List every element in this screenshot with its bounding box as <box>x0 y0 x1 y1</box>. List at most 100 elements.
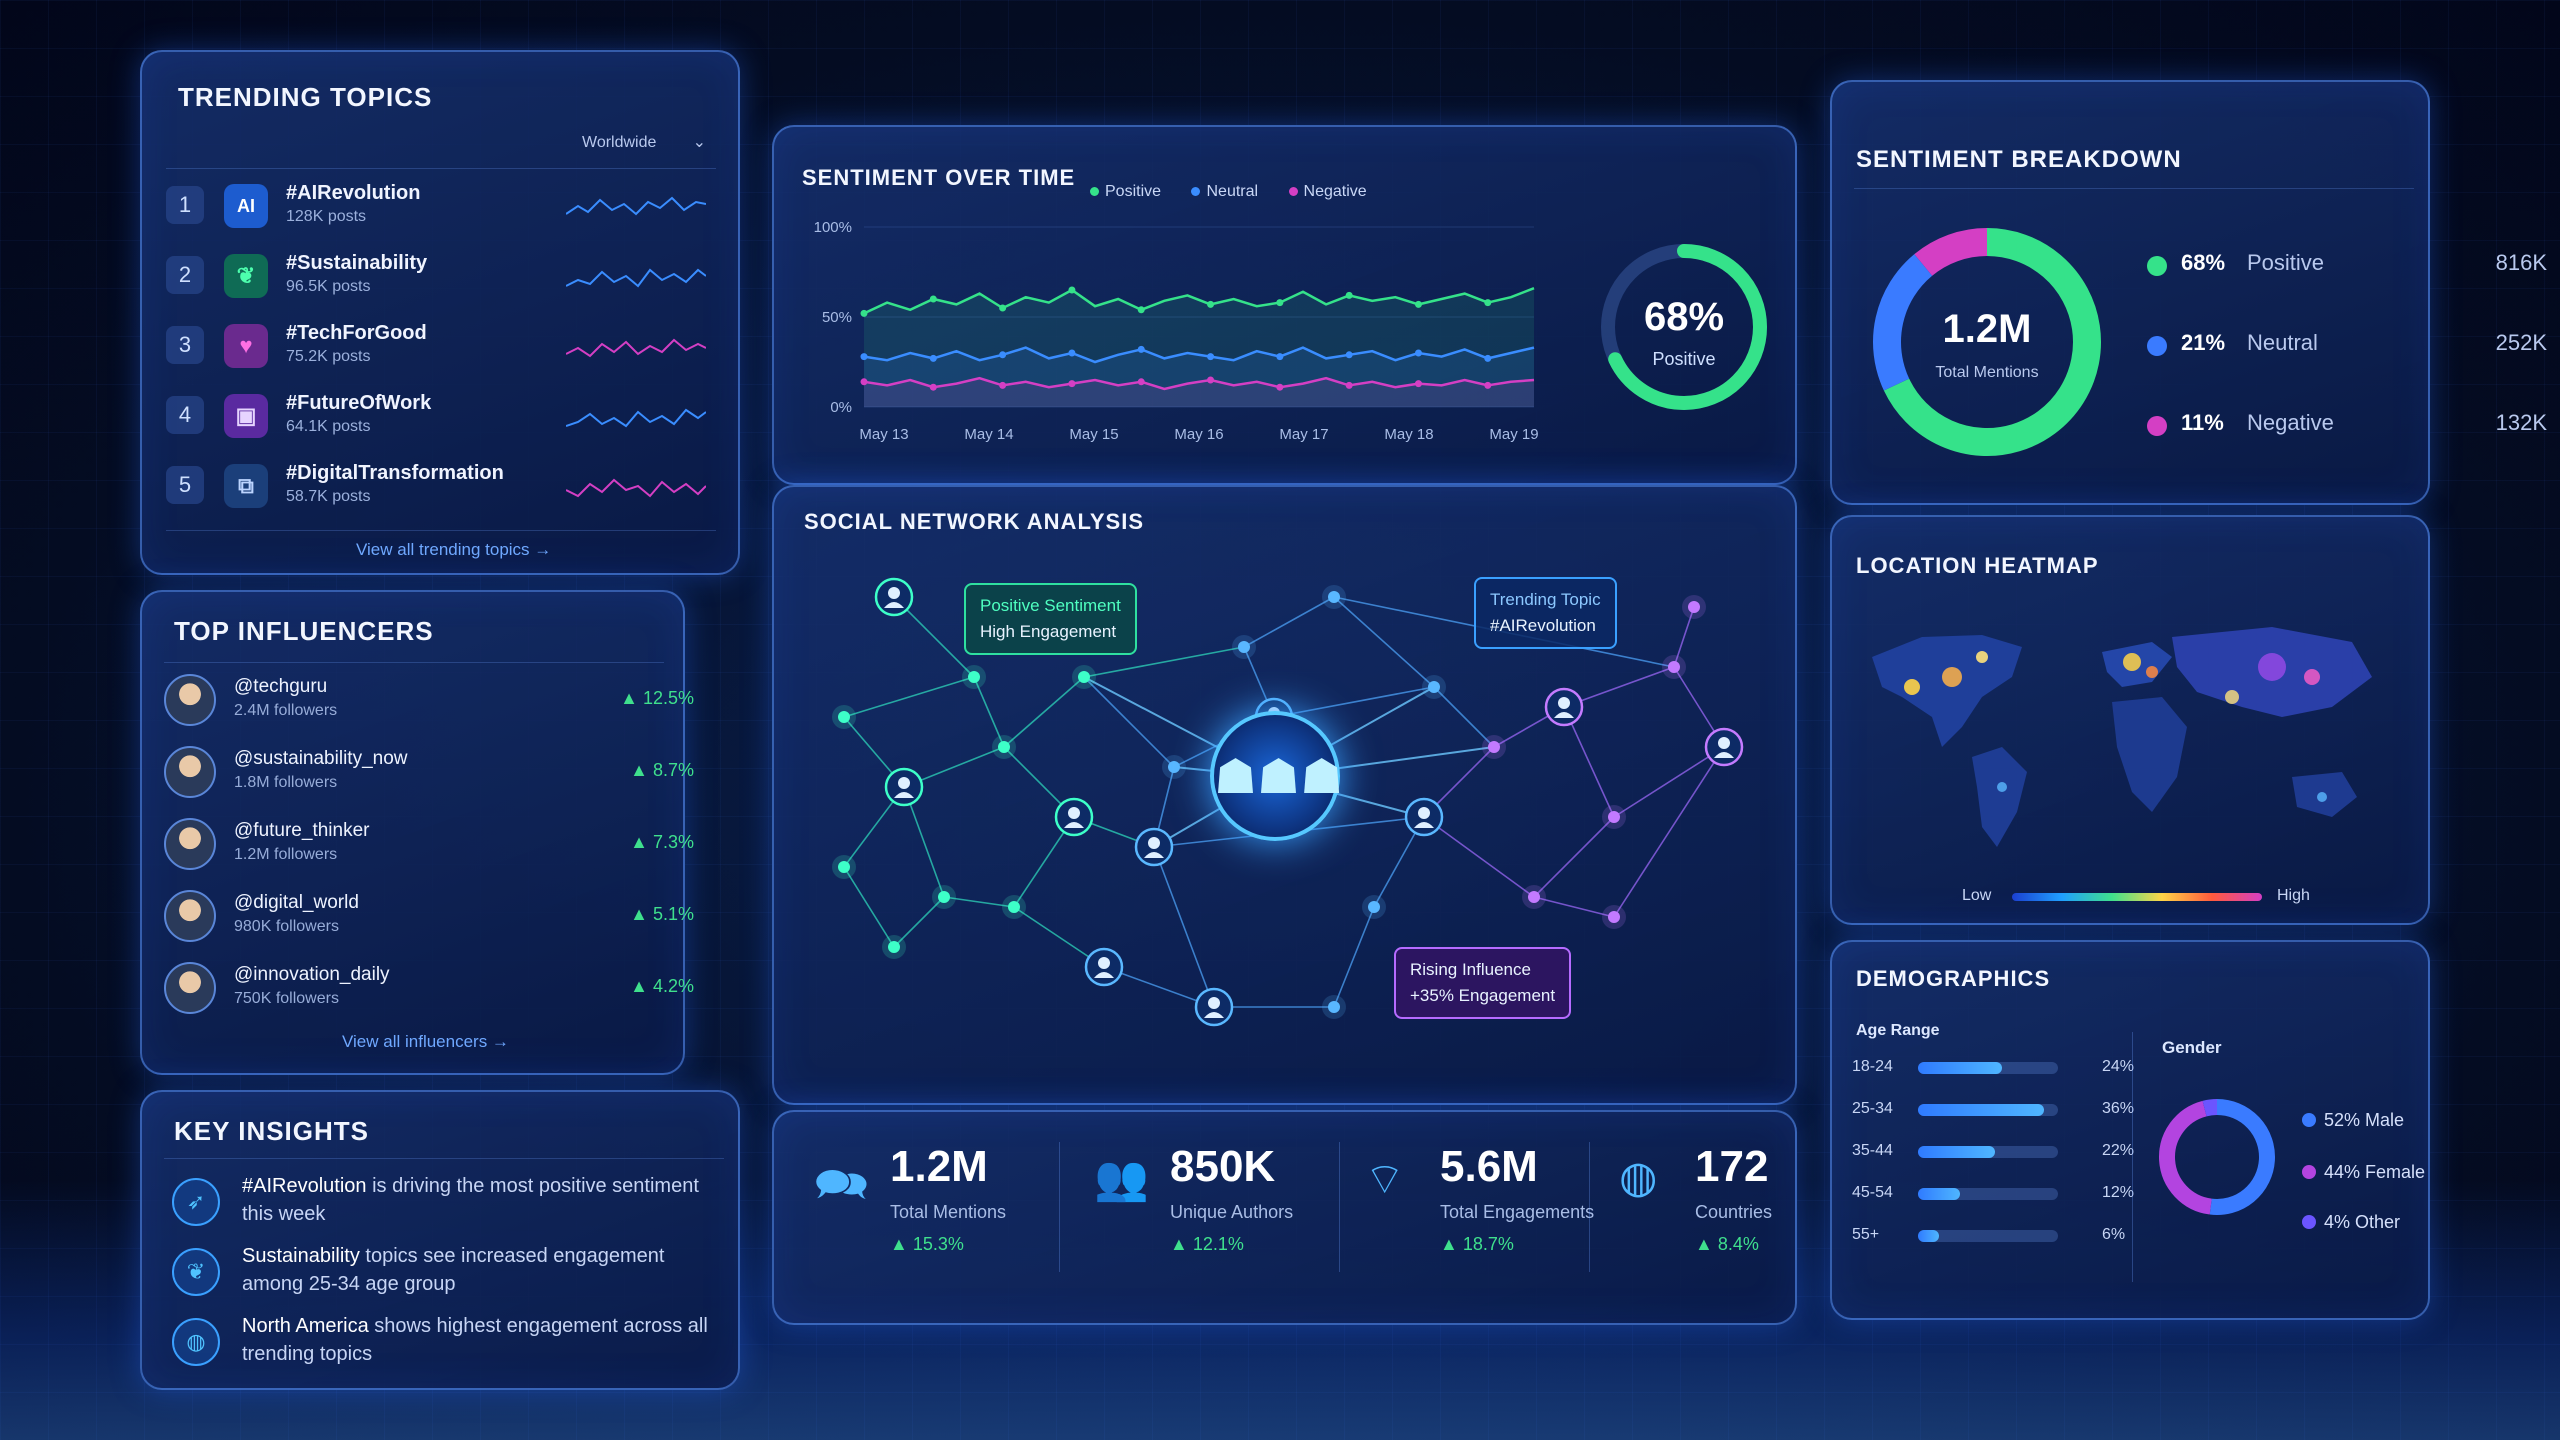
breakdown-positive: 68% Positive 816K <box>2147 248 2560 288</box>
hotspot <box>1976 651 1988 663</box>
age-row: 25-34 36% <box>1852 1096 2152 1126</box>
view-all-trending-link[interactable]: View all trending topics → <box>356 540 551 560</box>
age-bar-fill <box>1918 1104 2044 1116</box>
avatar <box>164 746 216 798</box>
user-node-head <box>1208 997 1220 1009</box>
network-node-glow <box>832 705 856 729</box>
topic-posts: 128K posts <box>286 208 367 225</box>
panel-title: Demographics <box>1856 966 2051 991</box>
map-north-america <box>1872 635 2022 747</box>
legend-dot-positive <box>1090 187 1099 196</box>
network-edge <box>1433 686 1495 748</box>
network-edge <box>843 866 895 948</box>
data-point <box>1207 300 1215 308</box>
topic-posts: 75.2K posts <box>286 348 371 365</box>
insight-item: ➶ #AIRevolution is driving the most posi… <box>172 1172 732 1242</box>
demographics-panel: Demographics Age Range 18-24 24% 25-34 3… <box>1830 940 2430 1320</box>
user-node-head <box>1718 737 1730 749</box>
network-node-glow <box>1002 895 1026 919</box>
central-community-icon[interactable]: ☗☗☗ <box>1210 711 1343 841</box>
network-node-glow <box>1422 675 1446 699</box>
topic-posts: 58.7K posts <box>286 488 371 505</box>
age-range: 25-34 <box>1852 1100 1893 1117</box>
data-point <box>929 383 937 391</box>
influencer-followers: 2.4M followers <box>234 702 338 719</box>
influencer-change: ▲ 5.1% <box>630 904 694 924</box>
callout-trending: Trending Topic #AIRevolution <box>1474 577 1617 649</box>
data-point <box>1414 349 1422 357</box>
gender-legend-item: 44% Female <box>2302 1162 2425 1183</box>
influencer-row[interactable]: @techguru 2.4M followers ▲ 12.5% <box>164 670 704 736</box>
trending-item[interactable]: 5 ⧉ #DigitalTransformation 58.7K posts <box>166 460 726 522</box>
y-tick-label: 50% <box>822 309 852 326</box>
influencer-row[interactable]: @innovation_daily 750K followers ▲ 4.2% <box>164 958 704 1024</box>
breakdown-label: Negative <box>2247 410 2334 435</box>
map-south-america <box>1972 747 2027 847</box>
trending-item[interactable]: 3 ♥ #TechForGood 75.2K posts <box>166 320 726 382</box>
callout-trending-line1: Trending Topic <box>1490 590 1601 609</box>
legend-dot <box>2302 1165 2316 1179</box>
region-dropdown[interactable]: Worldwide ⌄ <box>582 134 712 164</box>
network-node-glow <box>992 735 1016 759</box>
age-title: Age Range <box>1856 1022 1940 1039</box>
stat-change: ▲ 8.4% <box>1695 1234 1759 1254</box>
stat-change: ▲ 12.1% <box>1170 1234 1244 1254</box>
age-pct: 22% <box>2102 1142 2135 1159</box>
divider <box>164 1158 724 1159</box>
divider <box>2132 1032 2133 1282</box>
x-tick-label: May 13 <box>859 426 908 443</box>
legend-positive: Positive <box>1105 183 1162 200</box>
data-point <box>1137 378 1145 386</box>
data-point <box>1414 300 1422 308</box>
data-point <box>1484 381 1492 389</box>
network-edge <box>1423 816 1535 898</box>
influencer-row[interactable]: @future_thinker 1.2M followers ▲ 7.3% <box>164 814 704 880</box>
gauge-value: 68% <box>1643 295 1725 339</box>
data-point <box>1345 291 1353 299</box>
heat-scale-bar <box>2012 893 2262 901</box>
key-insights-panel: Key Insights ➶ #AIRevolution is driving … <box>140 1090 740 1390</box>
user-node-head <box>1098 957 1110 969</box>
trending-item[interactable]: 1 AI #AIRevolution 128K posts <box>166 180 726 242</box>
gauge-label: Positive <box>1652 349 1716 369</box>
sentiment-breakdown-panel: Sentiment Breakdown 1.2M Total Mentions … <box>1830 80 2547 505</box>
x-tick-label: May 17 <box>1279 426 1328 443</box>
view-all-influencers-link[interactable]: View all influencers → <box>342 1032 509 1052</box>
hotspot <box>1997 782 2007 792</box>
divider <box>1589 1142 1590 1272</box>
age-range: 55+ <box>1852 1226 1880 1243</box>
topic-posts: 96.5K posts <box>286 278 371 295</box>
influencer-change: ▲ 4.2% <box>630 976 694 996</box>
influencer-row[interactable]: @sustainability_now 1.8M followers ▲ 8.7… <box>164 742 704 808</box>
trending-item[interactable]: 2 ❦ #Sustainability 96.5K posts <box>166 250 726 312</box>
legend-low: Low <box>1962 887 1992 904</box>
data-point <box>1207 353 1215 361</box>
legend-dot-neutral <box>1191 187 1201 196</box>
network-node-glow <box>932 885 956 909</box>
hotspot <box>2304 669 2320 685</box>
x-tick-label: May 19 <box>1489 426 1538 443</box>
insight-subject: Sustainability <box>242 1245 360 1267</box>
influencer-handle: @future_thinker <box>234 820 370 841</box>
hotspot <box>1942 667 1962 687</box>
influencer-row[interactable]: @digital_world 980K followers ▲ 5.1% <box>164 886 704 952</box>
chart-legend: Positive Neutral Negative <box>1090 183 1367 201</box>
y-tick-label: 0% <box>830 399 852 416</box>
network-edge <box>1533 816 1615 898</box>
stat-countries: ◍ 172 Countries ▲ 8.4% <box>1619 1142 1789 1282</box>
data-point <box>1276 299 1284 307</box>
influencer-followers: 1.2M followers <box>234 846 338 863</box>
data-point <box>929 354 937 362</box>
data-point <box>1345 351 1353 359</box>
trending-item[interactable]: 4 ▣ #FutureOfWork 64.1K posts <box>166 390 726 452</box>
legend-dot <box>2147 416 2167 436</box>
ai-icon: AI <box>224 184 268 228</box>
influencer-change: ▲ 8.7% <box>630 760 694 780</box>
user-node-head <box>1148 837 1160 849</box>
legend-dot <box>2147 256 2167 276</box>
topic-tag: #FutureOfWork <box>286 392 432 414</box>
network-node-glow <box>882 935 906 959</box>
age-range: 45-54 <box>1852 1184 1893 1201</box>
panel-title: Top Influencers <box>174 616 434 646</box>
hotspot <box>2123 653 2141 671</box>
